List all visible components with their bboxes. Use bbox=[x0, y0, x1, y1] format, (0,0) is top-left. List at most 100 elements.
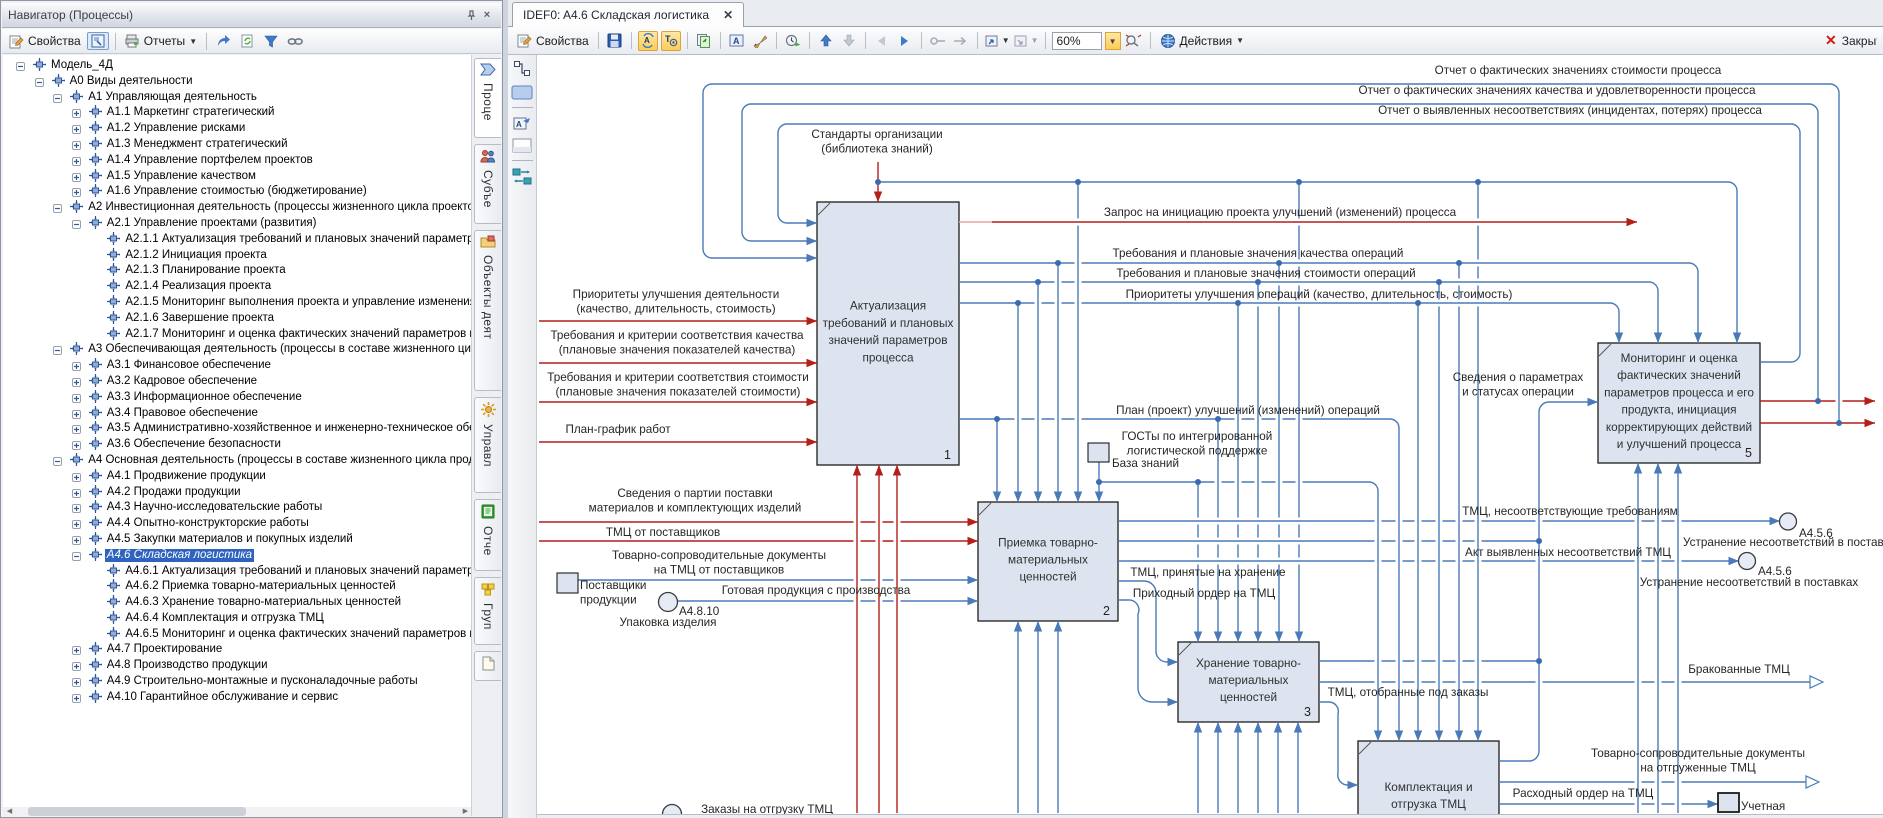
external-entity-square[interactable] bbox=[1088, 443, 1109, 462]
idef0-box[interactable]: Актуализациятребований и плановыхзначени… bbox=[817, 202, 959, 465]
tree-expander-plus-icon[interactable] bbox=[72, 408, 81, 417]
close-diagram-button[interactable]: ✕ Закрыть bbox=[1825, 32, 1877, 49]
simulation-button[interactable] bbox=[783, 31, 803, 51]
move-down-button[interactable] bbox=[839, 31, 859, 51]
nav-properties-button[interactable]: Свойства bbox=[6, 33, 84, 50]
tree-expander-plus-icon[interactable] bbox=[72, 471, 81, 480]
idef0-box[interactable]: Комплектация иотгрузка ТМЦ4 bbox=[1358, 741, 1499, 814]
diagram-arrow[interactable] bbox=[1499, 402, 1598, 761]
tree-item[interactable]: А4.10 Гарантийное обслуживание и сервис bbox=[3, 689, 472, 705]
dgm-properties-button[interactable]: Свойства bbox=[514, 32, 592, 49]
tree-item[interactable]: А1.5 Управление качеством bbox=[3, 168, 472, 184]
tree-item[interactable]: А4.6.1 Актуализация требований и плановы… bbox=[3, 563, 472, 579]
tree-item[interactable]: А1.4 Управление портфелем проектов bbox=[3, 152, 472, 168]
tree-item[interactable]: А3.1 Финансовое обеспечение bbox=[3, 357, 472, 373]
tree-expander-plus-icon[interactable] bbox=[72, 107, 81, 116]
tree-item[interactable]: А2.1.6 Завершение проекта bbox=[3, 310, 472, 326]
offpage-connector-circle[interactable] bbox=[1739, 553, 1756, 570]
box-tool-icon[interactable] bbox=[511, 85, 533, 100]
tree-item[interactable]: А1.3 Менеджмент стратегический bbox=[3, 136, 472, 152]
label-tool-icon[interactable]: A bbox=[513, 115, 532, 131]
fit-page-button[interactable] bbox=[1124, 31, 1144, 51]
tree-item[interactable]: А2.1.5 Мониторинг выполнения проекта и у… bbox=[3, 294, 472, 310]
auto-layout-toggle[interactable]: А bbox=[638, 31, 658, 51]
go-to-child-button[interactable]: ▼ bbox=[1013, 31, 1039, 51]
side-tab-Объекты деят[interactable]: Объекты деят bbox=[474, 230, 501, 391]
tree-item[interactable]: Модель_4Д bbox=[3, 57, 472, 73]
tree-item[interactable]: А2.1.4 Реализация проекта bbox=[3, 278, 472, 294]
tree-item[interactable]: А4.1 Продвижение продукции bbox=[3, 468, 472, 484]
tree-item[interactable]: А3.6 Обеспечение безопасности bbox=[3, 436, 472, 452]
tree-expander-plus-icon[interactable] bbox=[72, 392, 81, 401]
tree-expander-plus-icon[interactable] bbox=[72, 171, 81, 180]
side-tab-Проце[interactable]: Проце bbox=[474, 58, 501, 138]
tree-expander-plus-icon[interactable] bbox=[72, 423, 81, 432]
tree-item[interactable]: А0 Виды деятельности bbox=[3, 73, 472, 89]
format-brush-button[interactable] bbox=[750, 31, 770, 51]
tree-item[interactable]: А2 Инвестиционная деятельность (процессы… bbox=[3, 199, 472, 215]
zoom-input[interactable]: 60% bbox=[1052, 32, 1102, 50]
nav-reports-button[interactable]: Отчеты ▼ bbox=[122, 33, 200, 49]
tree-expander-plus-icon[interactable] bbox=[72, 155, 81, 164]
external-entity-square[interactable] bbox=[1718, 793, 1739, 812]
tree-expander-minus-icon[interactable] bbox=[53, 92, 62, 101]
diagram-arrow[interactable] bbox=[1319, 702, 1358, 785]
tree-expander-plus-icon[interactable] bbox=[72, 644, 81, 653]
tree-expander-plus-icon[interactable] bbox=[72, 186, 81, 195]
connector-tool-icon[interactable] bbox=[513, 60, 531, 78]
tree-item[interactable]: А2.1.1 Актуализация требований и плановы… bbox=[3, 231, 472, 247]
tab-close-icon[interactable]: ✕ bbox=[723, 8, 733, 22]
filter-button[interactable] bbox=[261, 34, 281, 49]
side-tab-Управл[interactable]: Управл bbox=[474, 397, 501, 493]
external-entity-square[interactable] bbox=[557, 573, 578, 593]
tree-item[interactable]: А3.5 Административно-хозяйственное и инж… bbox=[3, 420, 472, 436]
side-tab-Отче[interactable]: Отче bbox=[474, 499, 501, 571]
tree-expander-plus-icon[interactable] bbox=[72, 518, 81, 527]
zoom-dropdown-button[interactable]: ▼ bbox=[1105, 32, 1121, 50]
offpage-connector-circle[interactable] bbox=[659, 593, 678, 612]
idef0-box[interactable]: Хранение товарно-материальныхценностей3 bbox=[1178, 642, 1319, 722]
show-tunnels-toggle[interactable]: Т bbox=[661, 31, 681, 51]
tree-item[interactable]: А4.4 Опытно-конструкторские работы bbox=[3, 515, 472, 531]
diagram-arrow[interactable] bbox=[1118, 600, 1178, 702]
tree-item[interactable]: А2.1.7 Мониторинг и оценка фактических з… bbox=[3, 326, 472, 342]
tree-item[interactable]: А4.9 Строительно-монтажные и пусконаладо… bbox=[3, 673, 472, 689]
tree-item[interactable]: А4.6.3 Хранение товарно-материальных цен… bbox=[3, 594, 472, 610]
tree-item[interactable]: А1 Управляющая деятельность bbox=[3, 89, 472, 105]
tree-item[interactable]: А4.8 Производство продукции bbox=[3, 657, 472, 673]
tree-item[interactable]: А3.2 Кадровое обеспечение bbox=[3, 373, 472, 389]
tree-item[interactable]: А4.6.2 Приемка товарно-материальных ценн… bbox=[3, 578, 472, 594]
tree-item[interactable]: А2.1.3 Планирование проекта bbox=[3, 262, 472, 278]
offpage-connector-circle[interactable] bbox=[663, 805, 682, 815]
tree-expander-plus-icon[interactable] bbox=[72, 360, 81, 369]
offpage-connector-circle[interactable] bbox=[1780, 513, 1797, 530]
tree-item[interactable]: А3 Обеспечивающая деятельность (процессы… bbox=[3, 341, 472, 357]
tree-item[interactable]: А1.6 Управление стоимостью (бюджетирован… bbox=[3, 183, 472, 199]
tree-item[interactable]: А4.7 Проектирование bbox=[3, 641, 472, 657]
tree-item[interactable]: А3.4 Правовое обеспечение bbox=[3, 405, 472, 421]
back-button[interactable] bbox=[928, 31, 948, 51]
refresh-button[interactable] bbox=[238, 33, 258, 49]
side-tab-Груп[interactable]: Груп bbox=[474, 577, 501, 645]
next-button[interactable] bbox=[895, 31, 915, 51]
tree-expander-plus-icon[interactable] bbox=[72, 123, 81, 132]
tree-expander-minus-icon[interactable] bbox=[72, 550, 81, 559]
share-button[interactable] bbox=[213, 33, 235, 49]
tree-expander-plus-icon[interactable] bbox=[72, 660, 81, 669]
diagram-tab[interactable]: IDEF0: A4.6 Складская логистика ✕ bbox=[512, 2, 744, 27]
tree-item[interactable]: А4.6.4 Комплектация и отгрузка ТМЦ bbox=[3, 610, 472, 626]
tree-expander-plus-icon[interactable] bbox=[72, 502, 81, 511]
side-tab-Субъе[interactable]: Субъе bbox=[474, 144, 501, 224]
tree-expander-minus-icon[interactable] bbox=[53, 455, 62, 464]
go-to-parent-button[interactable]: ▼ bbox=[984, 31, 1010, 51]
tree-item-selected[interactable]: А4.6 Складская логистика bbox=[3, 547, 472, 563]
scrollbar-thumb[interactable] bbox=[28, 807, 246, 816]
save-button[interactable] bbox=[605, 31, 625, 51]
scrollbar-track[interactable] bbox=[16, 807, 459, 816]
tree-expander-minus-icon[interactable] bbox=[16, 60, 25, 69]
tree-item[interactable]: А3.3 Информационное обеспечение bbox=[3, 389, 472, 405]
tree-item[interactable]: А4.2 Продажи продукции bbox=[3, 484, 472, 500]
tree-expander-plus-icon[interactable] bbox=[72, 676, 81, 685]
tree-item[interactable]: А4.6.5 Мониторинг и оценка фактических з… bbox=[3, 626, 472, 642]
scroll-left-icon[interactable]: ◀ bbox=[3, 807, 16, 816]
